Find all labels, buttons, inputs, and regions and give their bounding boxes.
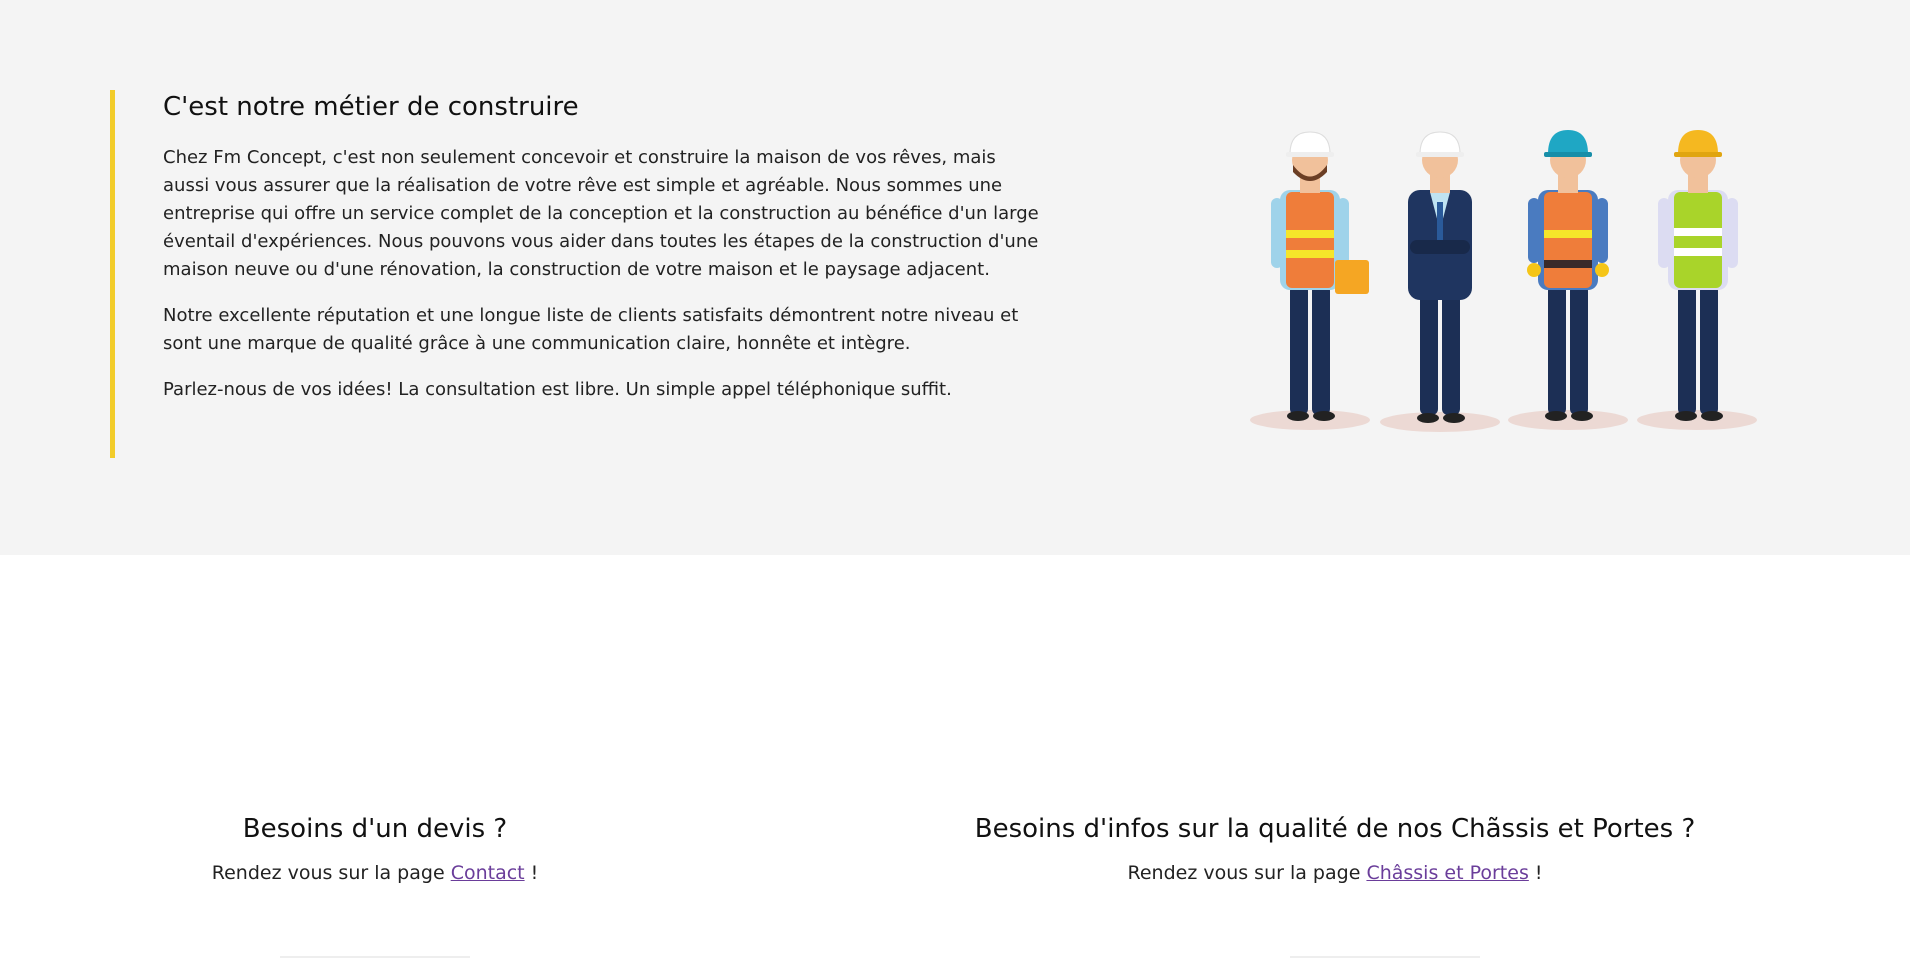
worker-1 — [1271, 131, 1369, 421]
worker-4 — [1658, 130, 1738, 421]
worker-2 — [1408, 131, 1472, 423]
workers-icon — [1250, 130, 1757, 432]
products-cta-text-after: ! — [1528, 862, 1543, 884]
quote-cta-text: Rendez vous sur la page Contact ! — [190, 860, 560, 886]
chassis-portes-link[interactable]: Châssis et Portes — [1366, 862, 1528, 884]
about-paragraph-3: Parlez-nous de vos idées! La consultatio… — [163, 379, 952, 400]
contact-link[interactable]: Contact — [451, 862, 525, 884]
about-paragraph-2: Notre excellente réputation et une longu… — [163, 305, 1019, 354]
quote-cta: Besoins d'un devis ? Rendez vous sur la … — [190, 812, 560, 886]
about-section: C'est notre métier de construire Chez Fm… — [0, 0, 1910, 555]
quote-cta-text-before: Rendez vous sur la page — [211, 862, 451, 884]
products-cta-text: Rendez vous sur la page Châssis et Porte… — [950, 860, 1720, 886]
products-cta-text-before: Rendez vous sur la page — [1127, 862, 1367, 884]
divider-right — [1290, 956, 1480, 958]
quote-cta-text-after: ! — [524, 862, 539, 884]
about-text-block: C'est notre métier de construire Chez Fm… — [110, 90, 1040, 458]
construction-workers-illustration — [1250, 120, 1770, 440]
divider-left — [280, 956, 470, 958]
about-title: C'est notre métier de construire — [163, 92, 579, 122]
worker-3 — [1527, 130, 1609, 421]
about-paragraph-1: Chez Fm Concept, c'est non seulement con… — [163, 147, 1039, 280]
quote-cta-title: Besoins d'un devis ? — [242, 814, 508, 844]
products-cta-title: Besoins d'infos sur la qualité de nos Ch… — [974, 814, 1696, 844]
products-cta: Besoins d'infos sur la qualité de nos Ch… — [950, 812, 1720, 886]
